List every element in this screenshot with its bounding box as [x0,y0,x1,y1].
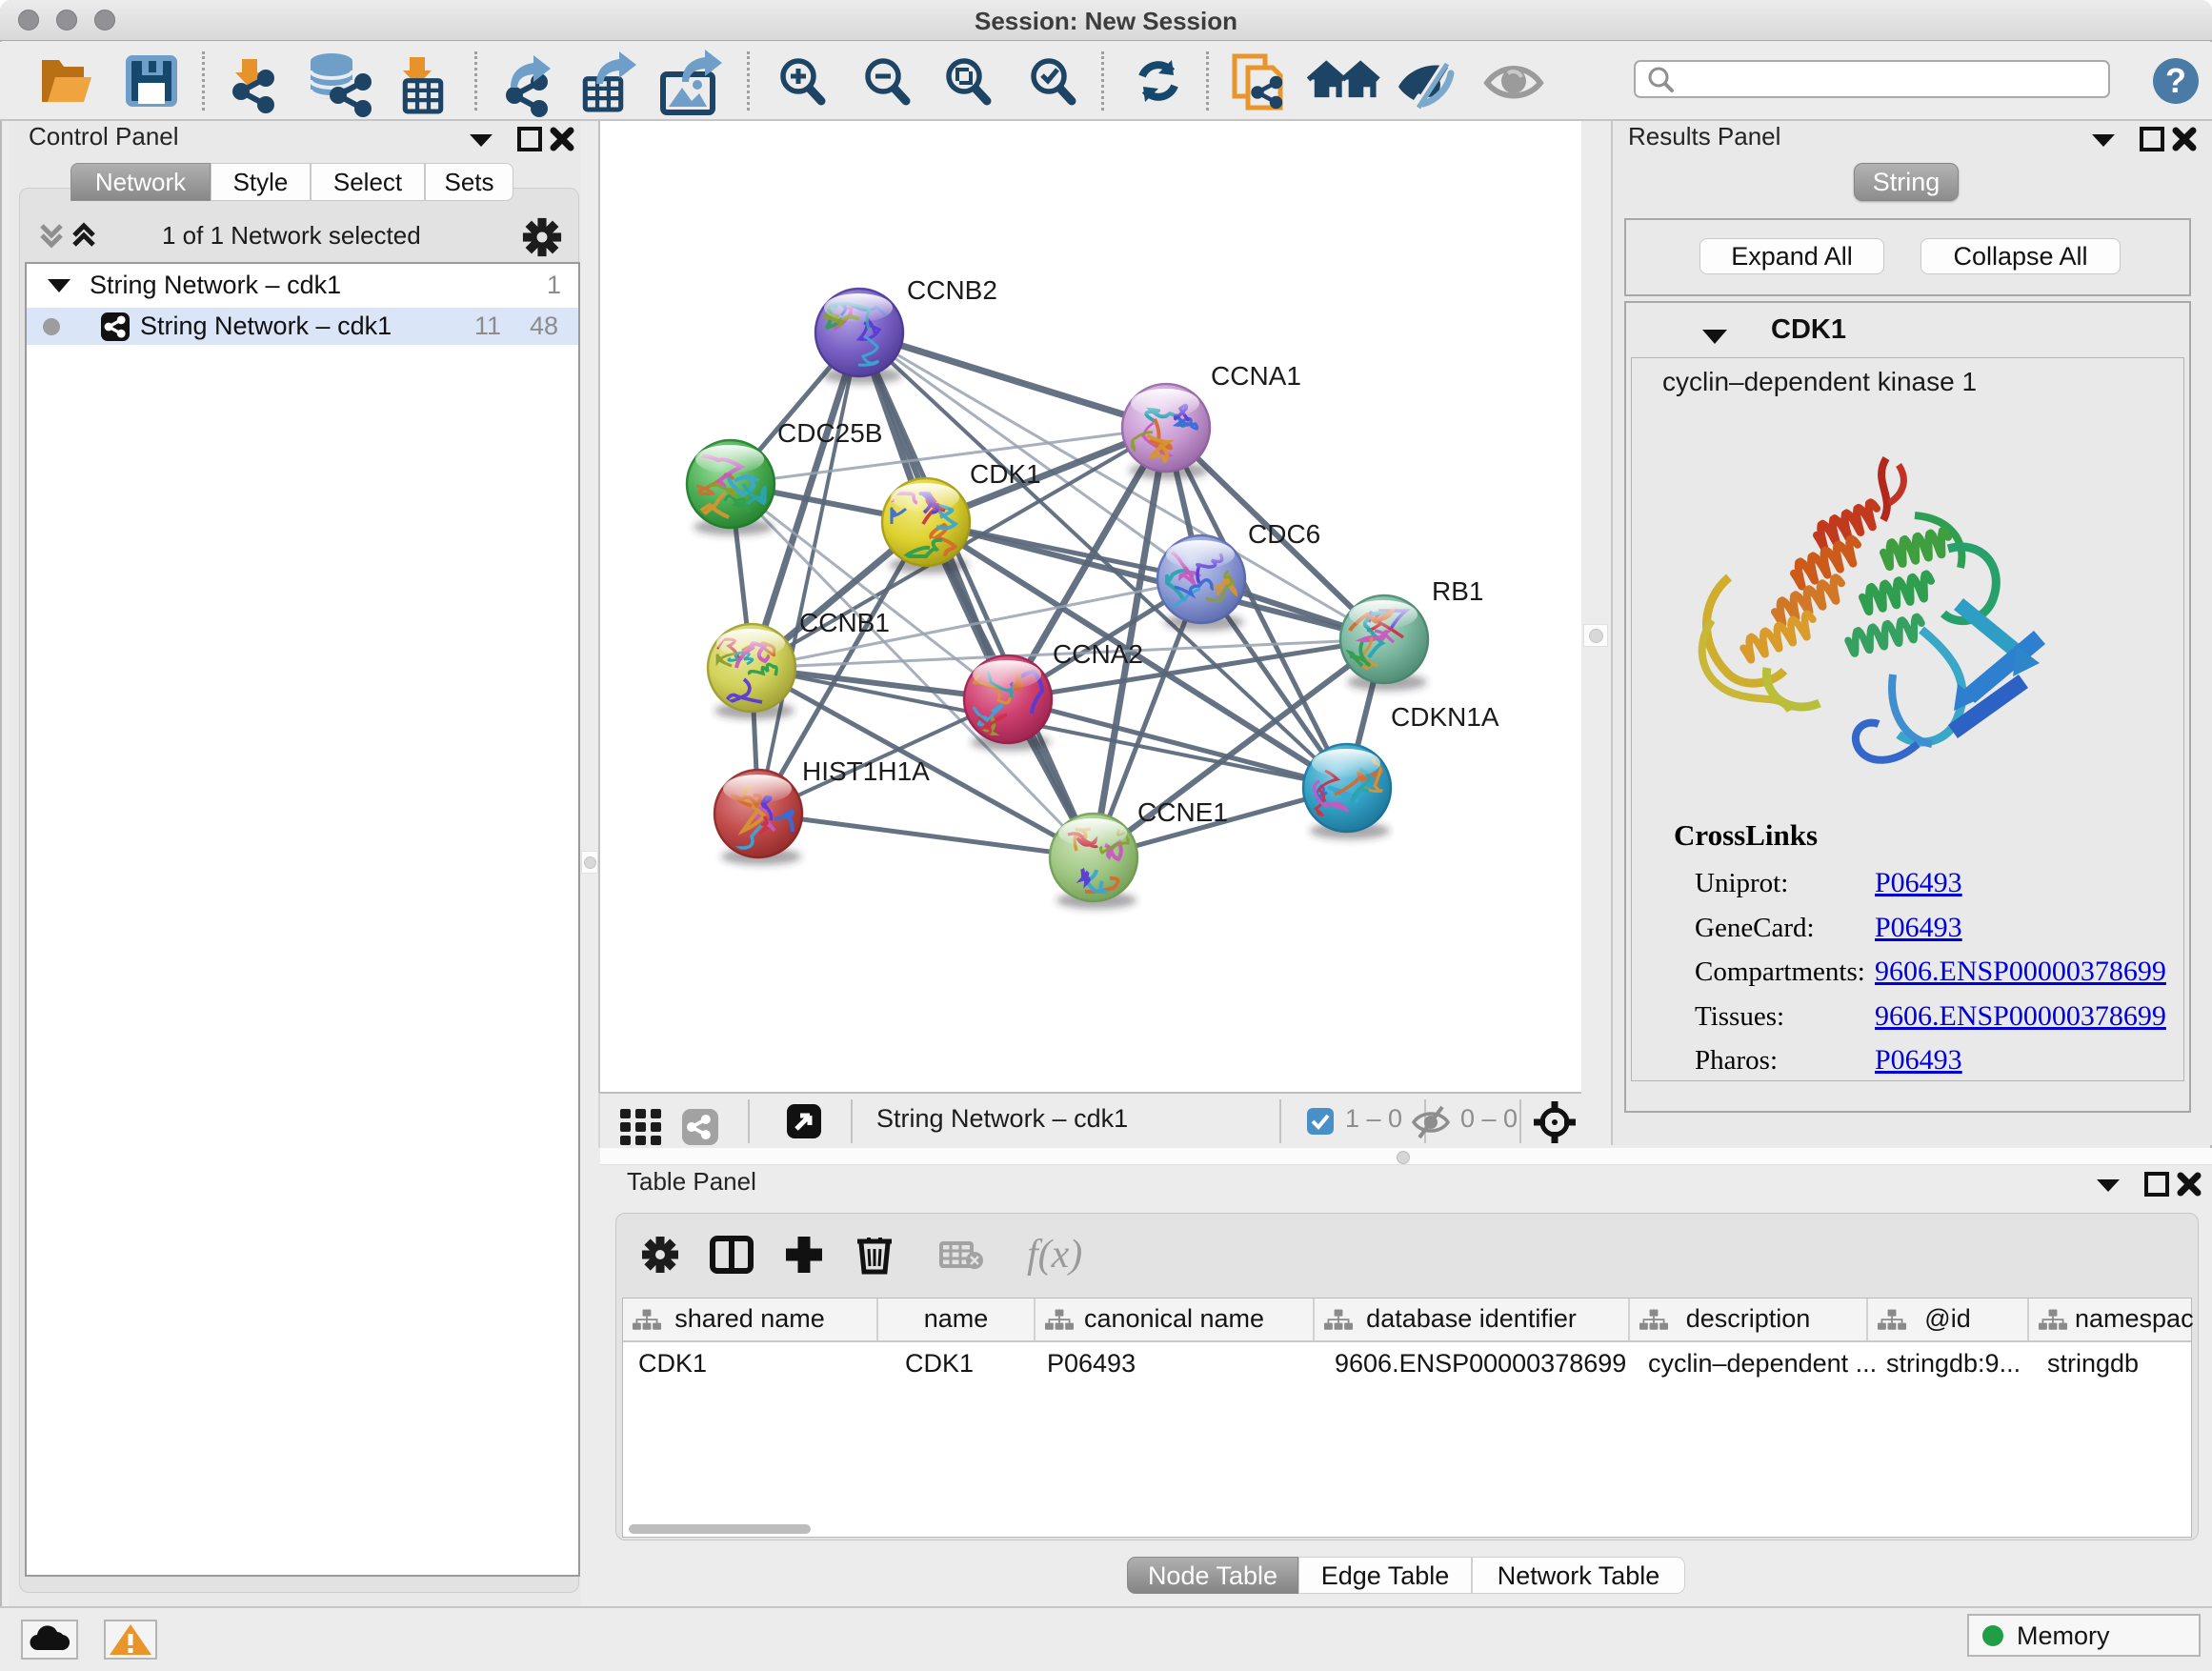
svg-text:CCNA1: CCNA1 [1211,361,1301,391]
svg-text:RB1: RB1 [1432,576,1483,606]
svg-text:CDK1: CDK1 [970,459,1041,489]
svg-text:?: ? [2165,61,2186,100]
svg-text:CCNB2: CCNB2 [907,275,997,305]
svg-text:CCNB1: CCNB1 [799,608,890,637]
svg-text:CCNA2: CCNA2 [1053,639,1143,669]
svg-text:CDC6: CDC6 [1248,519,1320,549]
svg-text:HIST1H1A: HIST1H1A [802,756,930,786]
svg-text:CCNE1: CCNE1 [1137,797,1228,827]
svg-text:CDC25B: CDC25B [777,418,882,448]
svg-text:CDKN1A: CDKN1A [1391,702,1499,732]
svg-text:f(x): f(x) [1027,1235,1082,1277]
